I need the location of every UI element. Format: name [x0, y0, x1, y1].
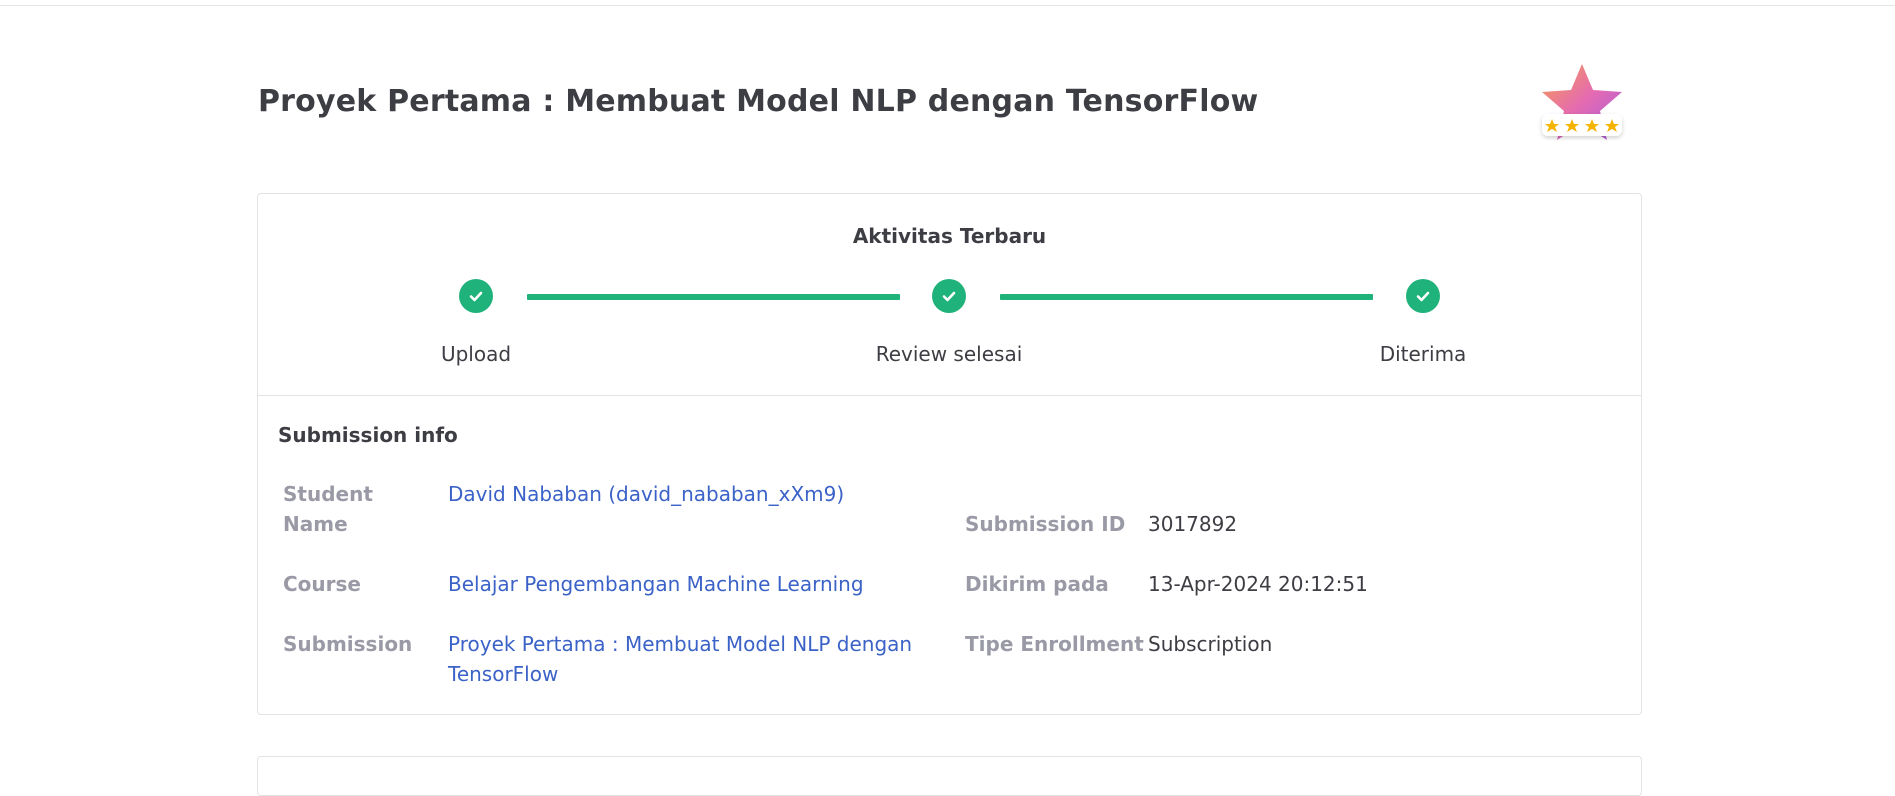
star-rating-badge-icon — [1536, 60, 1628, 152]
enrollment-type-value: Subscription — [1148, 632, 1273, 656]
next-card — [257, 756, 1642, 796]
step-label-review: Review selesai — [875, 342, 1023, 366]
sent-at-value: 13-Apr-2024 20:12:51 — [1148, 572, 1368, 596]
submission-id-value: 3017892 — [1148, 512, 1238, 536]
page-title: Proyek Pertama : Membuat Model NLP denga… — [258, 84, 1259, 119]
step-review-check-icon — [932, 279, 966, 313]
course-link[interactable]: Belajar Pengembangan Machine Learning — [448, 569, 928, 599]
step-accepted-check-icon — [1406, 279, 1440, 313]
submission-label: Submission — [283, 632, 413, 656]
section-divider — [258, 395, 1641, 396]
student-name-label: Student Name — [283, 482, 373, 536]
submission-info-title: Submission info — [278, 423, 458, 447]
student-name-link[interactable]: David Nababan (david_nababan_xXm9) — [448, 479, 928, 509]
step-upload-check-icon — [459, 279, 493, 313]
enrollment-type-label: Tipe Enrollment — [965, 632, 1144, 656]
submission-id-label: Submission ID — [965, 512, 1126, 536]
sent-at-label: Dikirim pada — [965, 572, 1109, 596]
submission-link[interactable]: Proyek Pertama : Membuat Model NLP denga… — [448, 629, 918, 689]
submission-card: Aktivitas Terbaru Upload Review selesai … — [257, 193, 1642, 715]
top-divider — [0, 0, 1895, 6]
step-label-accepted: Diterima — [1379, 342, 1467, 366]
step-label-upload: Upload — [440, 342, 512, 366]
progress-line-1 — [527, 294, 900, 300]
activity-title: Aktivitas Terbaru — [852, 224, 1047, 248]
course-label: Course — [283, 572, 361, 596]
progress-line-2 — [1000, 294, 1373, 300]
